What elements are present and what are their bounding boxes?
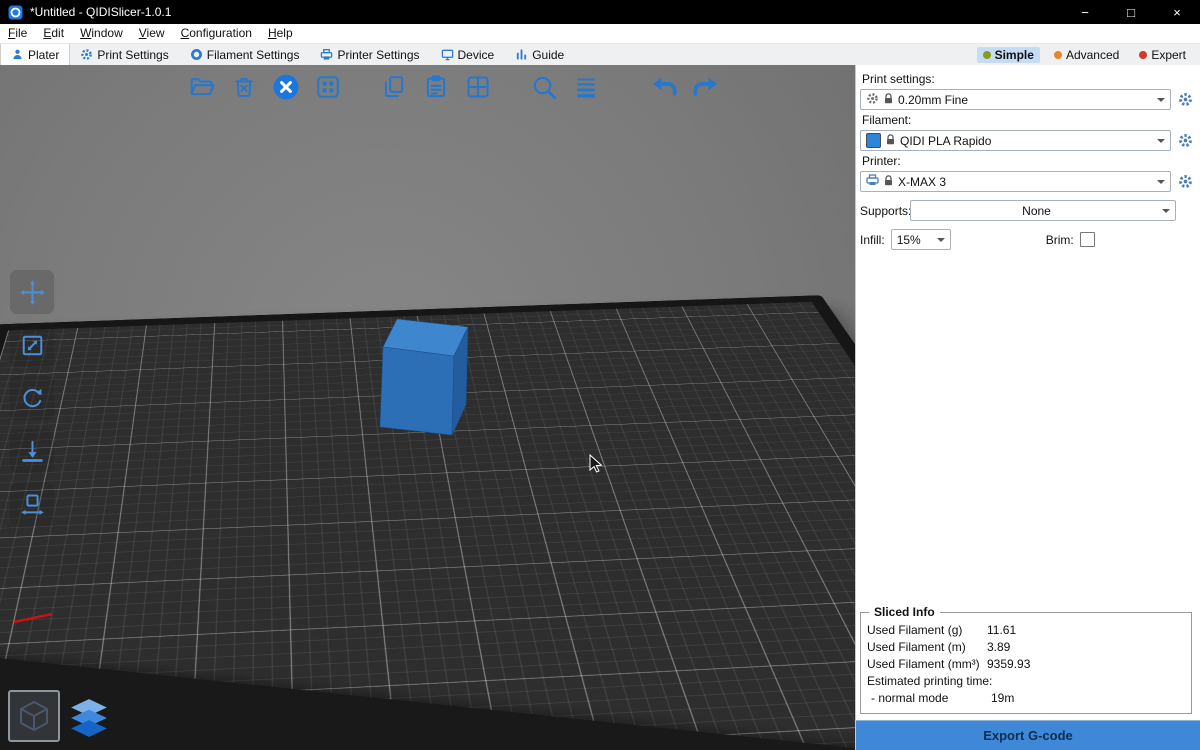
plater-icon bbox=[11, 48, 24, 61]
menu-configuration[interactable]: Configuration bbox=[173, 24, 260, 43]
mode-advanced[interactable]: Advanced bbox=[1048, 47, 1125, 63]
chevron-down-icon bbox=[1157, 139, 1165, 147]
app-logo-icon bbox=[8, 5, 23, 20]
tab-device[interactable]: Device bbox=[431, 44, 506, 65]
brim-checkbox[interactable] bbox=[1080, 232, 1095, 247]
printer-gear-button[interactable] bbox=[1176, 173, 1194, 191]
guide-icon bbox=[515, 48, 528, 61]
lock-icon bbox=[884, 175, 893, 189]
delete-icon[interactable] bbox=[227, 70, 261, 104]
sliced-info-panel: Sliced Info Used Filament (g) 11.61 Used… bbox=[860, 612, 1192, 714]
supports-label: Supports: bbox=[860, 204, 910, 218]
menu-window[interactable]: Window bbox=[72, 24, 131, 43]
paste-icon[interactable] bbox=[419, 70, 453, 104]
filament-label: Filament: bbox=[862, 113, 1194, 127]
menu-file[interactable]: File bbox=[0, 24, 35, 43]
editor-3d-view-button[interactable] bbox=[8, 690, 60, 742]
delete-all-icon[interactable] bbox=[269, 70, 303, 104]
sliced-info-row: Used Filament (g) 11.61 bbox=[867, 623, 1185, 638]
infill-combo[interactable]: 15% bbox=[891, 229, 951, 250]
search-icon[interactable] bbox=[527, 70, 561, 104]
mode-simple[interactable]: Simple bbox=[977, 47, 1040, 63]
filament-gear-button[interactable] bbox=[1176, 132, 1194, 150]
gear-icon bbox=[80, 48, 93, 61]
mode-switcher: Simple Advanced Expert bbox=[977, 44, 1200, 65]
minimize-button[interactable]: − bbox=[1062, 0, 1108, 24]
scale-icon[interactable] bbox=[10, 323, 54, 367]
title-bar: *Untitled - QIDISlicer-1.0.1 − □ × bbox=[0, 0, 1200, 24]
undo-icon[interactable] bbox=[647, 70, 681, 104]
3d-viewport[interactable] bbox=[0, 65, 855, 750]
gear-icon bbox=[866, 92, 879, 108]
close-button[interactable]: × bbox=[1154, 0, 1200, 24]
open-file-icon[interactable] bbox=[185, 70, 219, 104]
export-gcode-button[interactable]: Export G-code bbox=[856, 720, 1200, 750]
tab-guide[interactable]: Guide bbox=[505, 44, 575, 65]
arrange-icon[interactable] bbox=[311, 70, 345, 104]
rotate-icon[interactable] bbox=[10, 376, 54, 420]
chevron-down-icon bbox=[1157, 98, 1165, 106]
chevron-down-icon bbox=[1157, 180, 1165, 188]
device-monitor-icon bbox=[441, 48, 454, 61]
window-title: *Untitled - QIDISlicer-1.0.1 bbox=[30, 5, 171, 19]
lock-icon bbox=[886, 134, 895, 148]
brim-label: Brim: bbox=[1046, 233, 1074, 247]
variable-layer-height-icon[interactable] bbox=[569, 70, 603, 104]
maximize-button[interactable]: □ bbox=[1108, 0, 1154, 24]
tab-print-settings[interactable]: Print Settings bbox=[70, 44, 179, 65]
top-toolbar bbox=[185, 70, 723, 104]
lock-icon bbox=[884, 93, 893, 107]
printer-icon bbox=[866, 174, 879, 189]
place-on-face-icon[interactable] bbox=[10, 429, 54, 473]
sliced-info-row: Used Filament (m) 3.89 bbox=[867, 640, 1185, 655]
tab-printer-settings[interactable]: Printer Settings bbox=[310, 44, 430, 65]
right-sidebar: Print settings: 0.20mm Fine Filament: bbox=[855, 65, 1200, 750]
tab-bar: Plater Print Settings Filament Settings … bbox=[0, 44, 1200, 66]
filament-color-swatch bbox=[866, 133, 881, 148]
filament-spool-icon bbox=[190, 48, 203, 61]
preview-sliced-view-button[interactable] bbox=[65, 694, 113, 742]
menu-help[interactable]: Help bbox=[260, 24, 301, 43]
split-to-parts-icon[interactable] bbox=[461, 70, 495, 104]
print-settings-label: Print settings: bbox=[862, 72, 1194, 86]
sliced-info-row: - normal mode 19m bbox=[867, 691, 1185, 706]
infill-label: Infill: bbox=[860, 233, 885, 247]
move-icon[interactable] bbox=[10, 270, 54, 314]
redo-icon[interactable] bbox=[689, 70, 723, 104]
advanced-mode-dot bbox=[1054, 51, 1062, 59]
tab-plater[interactable]: Plater bbox=[0, 44, 70, 65]
supports-combo[interactable]: None bbox=[910, 200, 1176, 221]
menu-bar: File Edit Window View Configuration Help bbox=[0, 24, 1200, 44]
chevron-down-icon bbox=[937, 238, 945, 246]
filament-combo[interactable]: QIDI PLA Rapido bbox=[860, 130, 1171, 151]
printer-icon bbox=[320, 48, 333, 61]
measure-icon[interactable] bbox=[10, 482, 54, 526]
printer-label: Printer: bbox=[862, 154, 1194, 168]
chevron-down-icon bbox=[1162, 209, 1170, 217]
view-mode-buttons bbox=[8, 690, 113, 742]
qidislicer-window: *Untitled - QIDISlicer-1.0.1 − □ × File … bbox=[0, 0, 1200, 750]
menu-view[interactable]: View bbox=[131, 24, 173, 43]
sliced-info-row: Estimated printing time: bbox=[867, 674, 1185, 689]
printer-combo[interactable]: X-MAX 3 bbox=[860, 171, 1171, 192]
mode-expert[interactable]: Expert bbox=[1133, 47, 1192, 63]
print-settings-combo[interactable]: 0.20mm Fine bbox=[860, 89, 1171, 110]
print-settings-gear-button[interactable] bbox=[1176, 91, 1194, 109]
sliced-info-title: Sliced Info bbox=[869, 605, 940, 619]
sliced-info-row: Used Filament (mm³) 9359.93 bbox=[867, 657, 1185, 672]
copy-icon[interactable] bbox=[377, 70, 411, 104]
simple-mode-dot bbox=[983, 51, 991, 59]
expert-mode-dot bbox=[1139, 51, 1147, 59]
left-toolbar bbox=[10, 270, 54, 526]
tab-filament-settings[interactable]: Filament Settings bbox=[180, 44, 311, 65]
menu-edit[interactable]: Edit bbox=[35, 24, 72, 43]
